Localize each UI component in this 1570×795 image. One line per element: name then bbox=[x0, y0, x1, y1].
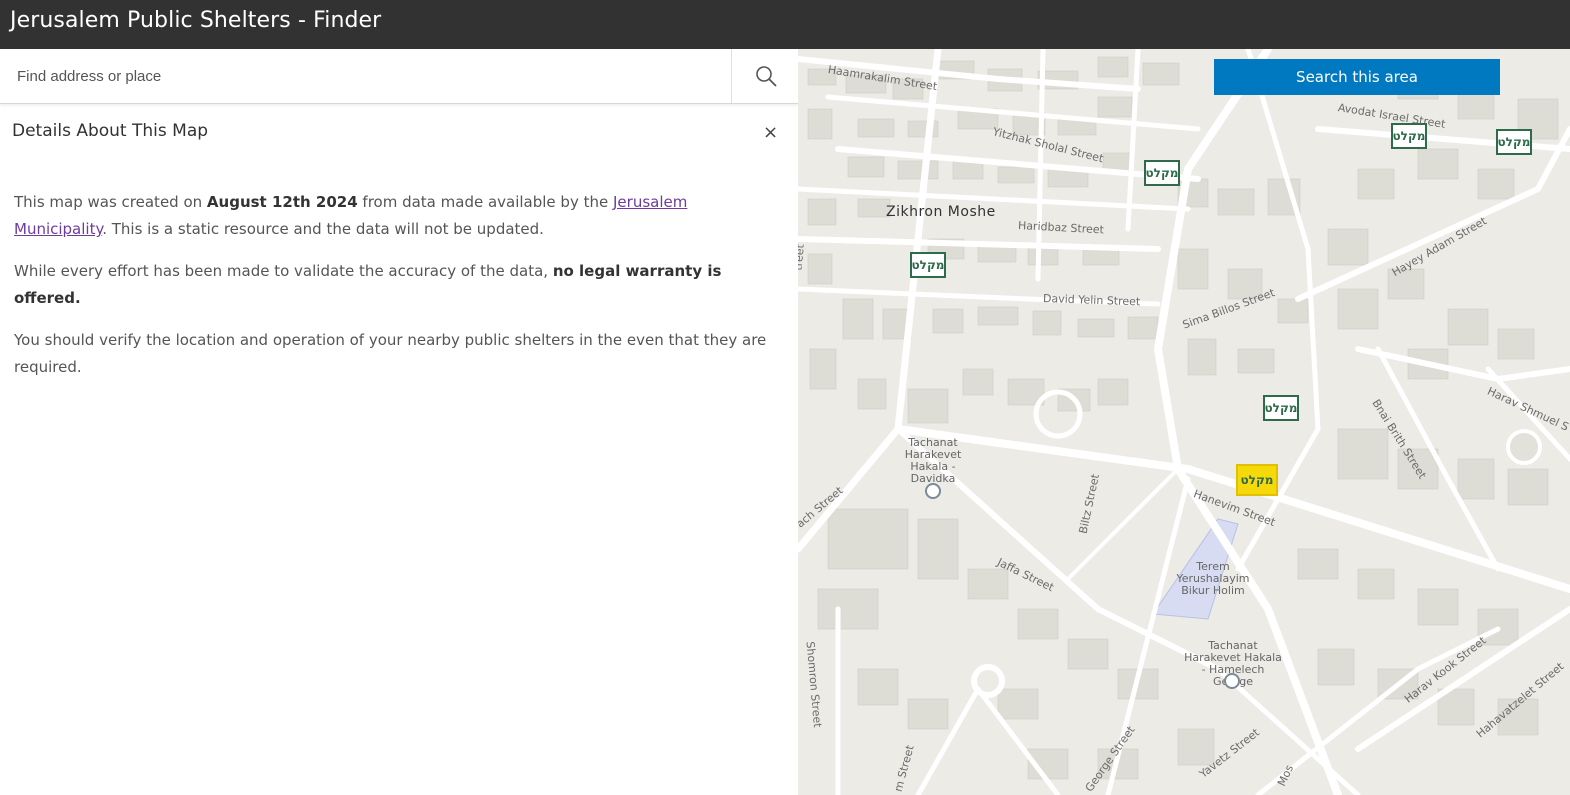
map-view[interactable]: Search this area Zikhron Moshe Haamrakal… bbox=[798, 49, 1570, 795]
shelter-marker[interactable]: מקלט bbox=[1144, 160, 1180, 186]
side-panel: Details About This Map × This map was cr… bbox=[0, 49, 798, 795]
p1-date: August 12th 2024 bbox=[206, 193, 358, 211]
selected-shelter-marker[interactable]: מקלט bbox=[1236, 464, 1278, 496]
details-paragraph-3: You should verify the location and opera… bbox=[14, 331, 767, 376]
details-content: This map was created on August 12th 2024… bbox=[14, 189, 784, 396]
details-heading: Details About This Map bbox=[12, 121, 209, 141]
details-paragraph-2: While every effort has been made to vali… bbox=[14, 258, 784, 312]
details-paragraph-1: This map was created on August 12th 2024… bbox=[14, 189, 784, 243]
p1-text-a: This map was created on bbox=[14, 193, 207, 211]
shelter-marker[interactable]: מקלט bbox=[910, 252, 946, 278]
search-this-area-button[interactable]: Search this area bbox=[1214, 59, 1500, 95]
app-header: Jerusalem Public Shelters - Finder bbox=[0, 0, 1570, 49]
search-icon bbox=[755, 66, 777, 87]
p2-text: While every effort has been made to vali… bbox=[14, 262, 553, 280]
search-bar bbox=[0, 49, 798, 104]
shelter-marker[interactable]: מקלט bbox=[1496, 129, 1532, 155]
p1-text-c: . This is a static resource and the data… bbox=[102, 220, 544, 238]
app-title: Jerusalem Public Shelters - Finder bbox=[10, 8, 382, 33]
place-davidka: Tachanat Harakevet Hakala - Davidka bbox=[904, 436, 962, 485]
place-bikur-holim: Terem Yerushalayim Bikur Holim bbox=[1176, 560, 1250, 597]
tram-station-icon[interactable] bbox=[1224, 673, 1240, 689]
p1-text-b: from data made available by the bbox=[357, 193, 613, 211]
shelter-marker[interactable]: מקלט bbox=[1263, 395, 1299, 421]
search-button[interactable] bbox=[731, 49, 799, 103]
search-input[interactable] bbox=[0, 49, 730, 103]
neighborhood-label: Zikhron Moshe bbox=[886, 204, 996, 220]
shelter-marker[interactable]: מקלט bbox=[1391, 123, 1427, 149]
tram-station-icon[interactable] bbox=[925, 483, 941, 499]
close-details-button[interactable]: × bbox=[763, 122, 778, 143]
